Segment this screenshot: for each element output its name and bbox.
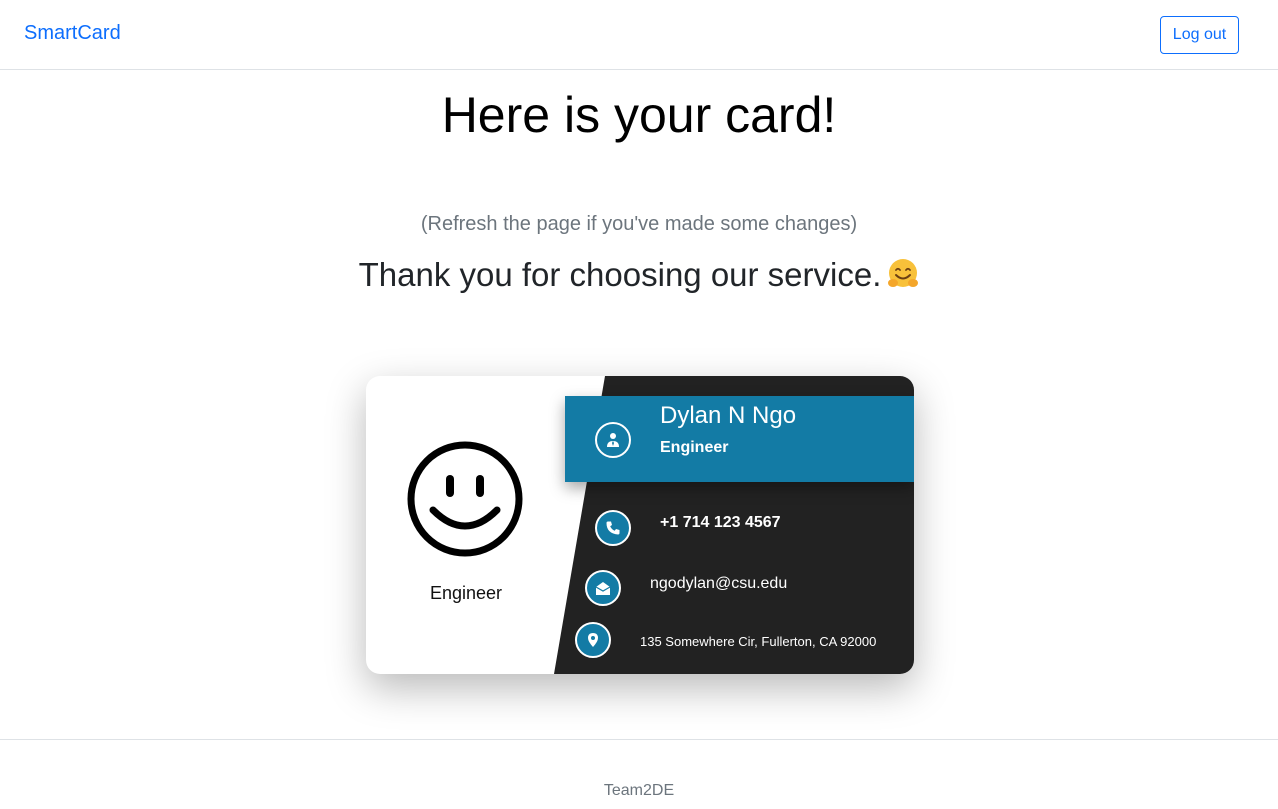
business-card: Engineer Dylan N Ngo Engineer +1 714 123…: [366, 376, 914, 674]
card-left-role: Engineer: [429, 583, 503, 603]
phone-icon: [606, 521, 620, 535]
footer-text: Team2DE: [603, 782, 675, 799]
envelope-open-icon: [595, 582, 611, 595]
address-icon-badge: [575, 622, 611, 658]
phone-icon-badge: [595, 510, 631, 546]
card-phone: +1 714 123 4567: [660, 514, 781, 531]
brand-link[interactable]: SmartCard: [24, 22, 121, 45]
card-role: Engineer: [660, 439, 729, 456]
user-icon-badge: [595, 422, 631, 458]
smiley-avatar: [407, 441, 523, 557]
card-name: Dylan N Ngo: [660, 402, 797, 429]
refresh-note: (Refresh the page if you've made some ch…: [420, 213, 858, 235]
map-marker-icon: [588, 633, 598, 647]
card-address: 135 Somewhere Cir, Fullerton, CA 92000: [640, 634, 877, 649]
logout-button[interactable]: Log out: [1160, 16, 1239, 54]
thanks-text: Thank you for choosing our service.: [358, 256, 882, 293]
footer-divider: [0, 739, 1278, 740]
navbar: SmartCard Log out: [0, 0, 1278, 70]
card-email: ngodylan@csu.edu: [650, 575, 788, 592]
page-title: Here is your card!: [441, 87, 837, 143]
email-icon-badge: [585, 570, 621, 606]
thanks-line: Thank you for choosing our service.: [0, 256, 1278, 294]
hugging-face-emoji-icon: [888, 259, 919, 287]
user-tie-icon: [607, 433, 619, 447]
